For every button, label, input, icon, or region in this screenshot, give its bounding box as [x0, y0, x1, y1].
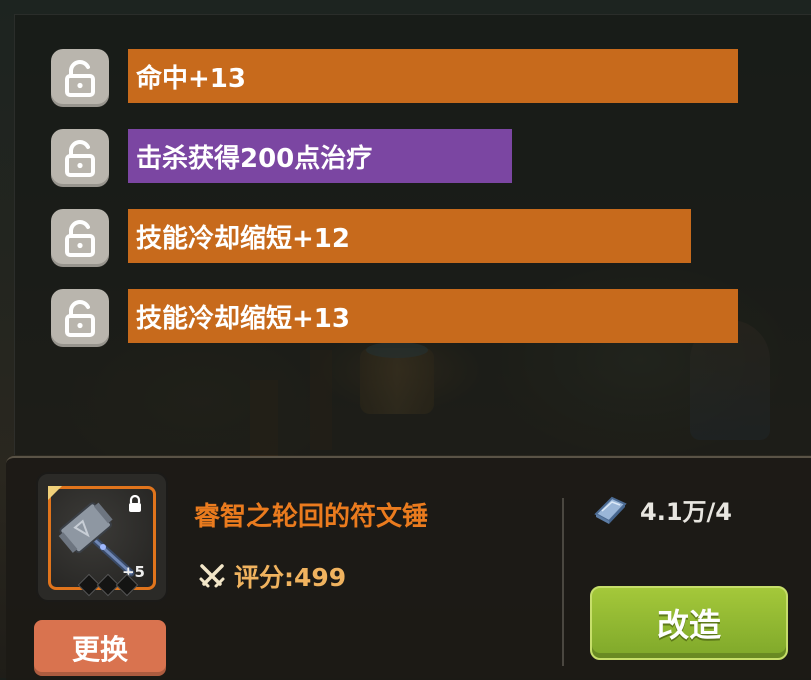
- swap-button[interactable]: 更换: [34, 620, 166, 676]
- attribute-bar: 技能冷却缩短+12: [128, 209, 691, 263]
- attribute-panel: 命中+13 击杀获得200点治疗 技能冷却缩短+12 技能冷却缩短+13: [14, 14, 811, 455]
- attribute-lock-button[interactable]: [51, 289, 109, 347]
- item-slot[interactable]: +5: [36, 472, 168, 602]
- attribute-lock-button[interactable]: [51, 49, 109, 107]
- lock-icon: [129, 495, 141, 512]
- attribute-lock-button[interactable]: [51, 129, 109, 187]
- attribute-text: 击杀获得200点治疗: [136, 143, 373, 174]
- reforge-cost: 4.1万/4: [592, 492, 732, 527]
- item-info-panel: +5 更换 睿智之轮回的符文锤 评分:499 4.1万/4 改造: [6, 456, 811, 680]
- attribute-text: 技能冷却缩短+13: [136, 303, 350, 334]
- attribute-bar: 技能冷却缩短+13: [128, 289, 738, 343]
- attribute-bar: 命中+13: [128, 49, 738, 103]
- reforge-stone-icon: [594, 496, 627, 524]
- attribute-lock-button[interactable]: [51, 209, 109, 267]
- socket-slot: [115, 573, 139, 597]
- item-name: 睿智之轮回的符文锤: [194, 502, 429, 532]
- unlock-icon: [65, 220, 95, 257]
- unlock-icon: [65, 140, 95, 177]
- crossed-swords-icon: [199, 564, 225, 588]
- score-text: 评分:499: [234, 563, 347, 592]
- attribute-bar: 击杀获得200点治疗: [128, 129, 512, 183]
- unlock-icon: [65, 60, 95, 97]
- unlock-icon: [65, 300, 95, 337]
- item-icon-frame: +5: [48, 486, 156, 597]
- socket-slots: [77, 573, 139, 597]
- attribute-text: 命中+13: [136, 63, 246, 94]
- score-row: 评分:499: [198, 558, 346, 594]
- attribute-text: 技能冷却缩短+12: [136, 223, 350, 254]
- panel-divider: [562, 498, 564, 666]
- cost-text: 4.1万/4: [640, 498, 732, 526]
- reforge-button[interactable]: 改造: [590, 586, 788, 660]
